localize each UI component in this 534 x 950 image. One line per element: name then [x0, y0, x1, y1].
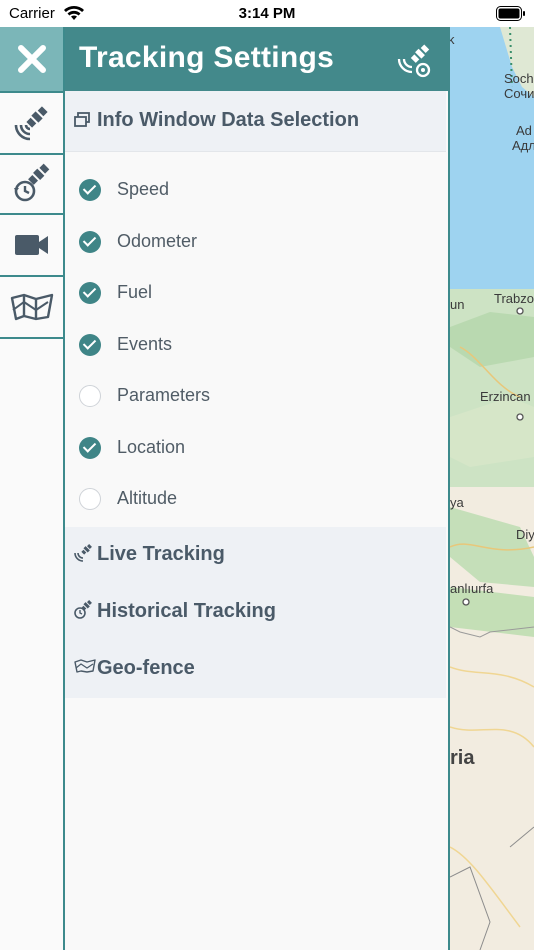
map-label: ria — [450, 747, 475, 769]
option-label: Parameters — [117, 385, 211, 405]
checkbox[interactable] — [79, 231, 101, 253]
option-label: Fuel — [117, 282, 153, 302]
option-location[interactable]: Location — [65, 423, 446, 473]
option-odometer[interactable]: Odometer — [65, 217, 446, 267]
map-fold-icon — [73, 658, 97, 679]
option-fuel[interactable]: Fuel — [65, 268, 446, 318]
checkbox[interactable] — [79, 488, 101, 510]
checkbox[interactable] — [79, 282, 101, 304]
checkbox[interactable] — [79, 385, 101, 407]
info-window-options-list: Speed Odometer Fuel Events Parameters Lo… — [65, 151, 446, 529]
map-label: un — [450, 297, 465, 312]
historical-tracking-button[interactable] — [0, 153, 63, 215]
satellite-history-icon — [73, 598, 95, 625]
camera-button[interactable] — [0, 215, 63, 277]
satellite-signal-icon — [14, 106, 48, 141]
option-altitude[interactable]: Altitude — [65, 474, 446, 524]
close-button[interactable] — [0, 27, 63, 91]
checkbox[interactable] — [79, 179, 101, 201]
map-label: k — [450, 32, 455, 47]
historical-tracking-section-header[interactable]: Historical Tracking — [65, 584, 446, 641]
map-view[interactable]: k Soch Сочи Ad Адл un Trabzo Erzincan ya… — [450, 27, 534, 950]
option-events[interactable]: Events — [65, 320, 446, 370]
option-speed[interactable]: Speed — [65, 165, 446, 215]
map-label: Trabzo — [494, 291, 534, 306]
option-label: Odometer — [117, 231, 198, 251]
map-label: Ad — [516, 123, 532, 138]
live-tracking-button[interactable] — [0, 91, 63, 155]
live-tracking-section-header[interactable]: Live Tracking — [65, 527, 446, 584]
option-label: Location — [117, 437, 186, 457]
tracking-settings-panel: Tracking Settings Info Window Data Selec… — [65, 27, 450, 950]
map-label: Soch — [504, 71, 534, 86]
geofence-button[interactable] — [0, 277, 63, 339]
status-bar: Carrier 3:14 PM — [0, 0, 534, 27]
map-label: Адл — [512, 138, 534, 153]
satellite-history-icon — [13, 163, 49, 202]
section-title: Historical Tracking — [97, 600, 276, 622]
panel-header: Tracking Settings — [65, 27, 450, 91]
map-fold-icon — [10, 293, 53, 321]
option-label: Events — [117, 334, 173, 354]
close-icon — [17, 45, 46, 73]
map-label: Сочи — [504, 86, 534, 101]
map-label: ya — [450, 495, 464, 510]
window-restore-icon — [73, 111, 91, 134]
option-label: Speed — [117, 179, 170, 199]
satellite-settings-icon — [396, 39, 434, 84]
section-title: Info Window Data Selection — [97, 109, 360, 131]
section-title: Live Tracking — [97, 543, 225, 565]
map-label: anlıurfa — [450, 581, 494, 596]
section-title: Geo-fence — [97, 657, 195, 679]
info-window-section-header[interactable]: Info Window Data Selection — [65, 91, 446, 151]
geofence-section-header[interactable]: Geo-fence — [65, 641, 446, 698]
option-label: Altitude — [117, 488, 178, 508]
video-camera-icon — [14, 235, 48, 255]
map-label: Diy — [516, 527, 534, 542]
checkbox[interactable] — [79, 437, 101, 459]
clock: 3:14 PM — [238, 5, 296, 22]
battery-icon — [496, 6, 526, 26]
tracking-menu-rail — [0, 27, 65, 950]
page-title: Tracking Settings — [79, 41, 335, 74]
option-parameters[interactable]: Parameters — [65, 371, 446, 421]
satellite-signal-icon — [73, 541, 95, 568]
map-label: Erzincan — [480, 389, 531, 404]
checkbox[interactable] — [79, 334, 101, 356]
